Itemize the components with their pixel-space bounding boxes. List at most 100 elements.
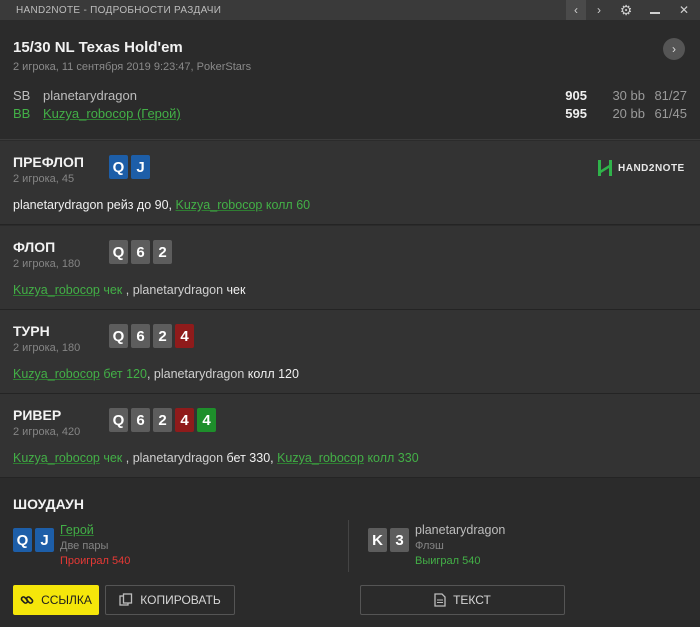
villain-result: Выиграл 540 — [415, 555, 481, 567]
card: Q — [109, 155, 128, 179]
board-cards: Q 6 2 4 — [109, 324, 194, 348]
hero-name-link[interactable]: Kuzya_robocop — [13, 451, 100, 465]
game-subtitle: 2 игрока, 11 сентября 2019 9:23:47, Poke… — [13, 61, 252, 73]
street-turn: ТУРН 2 игрока, 180 Q 6 2 4 Kuzya_robocop… — [0, 310, 700, 394]
villain-combination: Флэш — [415, 540, 444, 552]
logo-text: HAND2NOTE — [618, 162, 685, 174]
card: 4 — [175, 324, 194, 348]
board-cards: Q 6 2 4 4 — [109, 408, 216, 432]
hand2note-logo: HAND2NOTE — [597, 159, 685, 177]
player-stack: 595 — [565, 106, 587, 121]
gear-icon: ⚙ — [619, 1, 633, 18]
showdown-divider — [348, 520, 349, 572]
hero-name-link[interactable]: Kuzya_robocop — [13, 367, 100, 381]
player-row-bb: BB Kuzya_robocop (Герой) 595 20 bb 61/45 — [13, 106, 687, 124]
link-icon — [20, 596, 34, 604]
card: K — [368, 528, 387, 552]
street-info: 2 игрока, 45 — [13, 173, 75, 185]
hand-header: 15/30 NL Texas Hold'em 2 игрока, 11 сент… — [0, 20, 700, 140]
street-actions: Kuzya_robocop бет 120, planetarydragon к… — [13, 367, 299, 381]
showdown-section: ШОУДАУН Q J Герой Две пары Проиграл 540 … — [0, 478, 700, 627]
card: J — [131, 155, 150, 179]
close-button[interactable]: ✕ — [670, 0, 698, 20]
street-title: ФЛОП — [13, 239, 56, 255]
street-info: 2 игрока, 420 — [13, 426, 81, 438]
hero-name-link[interactable]: Kuzya_robocop — [13, 283, 100, 297]
card: 2 — [153, 324, 172, 348]
copy-button-label: КОПИРОВАТЬ — [140, 593, 221, 607]
hero-name-link[interactable]: Kuzya_robocop — [277, 451, 364, 465]
card: 6 — [131, 324, 150, 348]
action-text: чек — [223, 283, 246, 297]
chevron-right-icon: › — [597, 3, 601, 17]
chevron-left-icon: ‹ — [574, 3, 578, 17]
card: Q — [109, 324, 128, 348]
player-stack-bb: 20 bb — [612, 106, 645, 121]
player-name: planetarydragon — [132, 451, 224, 465]
link-button[interactable]: ССЫЛКА — [13, 585, 99, 615]
board-cards: Q 6 2 — [109, 240, 172, 264]
street-title: ПРЕФЛОП — [13, 154, 84, 170]
street-title: ТУРН — [13, 323, 50, 339]
street-actions: Kuzya_robocop чек , planetarydragon чек — [13, 283, 245, 297]
game-title: 15/30 NL Texas Hold'em — [13, 39, 183, 56]
minimize-icon — [650, 12, 660, 14]
hero-name-link[interactable]: Kuzya_robocop (Герой) — [43, 106, 181, 121]
card: 2 — [153, 408, 172, 432]
action-text: колл 60 — [262, 198, 311, 212]
street-title: РИВЕР — [13, 407, 62, 423]
player-stack: 905 — [565, 88, 587, 103]
street-actions: planetarydragon рейз до 90, Kuzya_roboco… — [13, 198, 310, 212]
settings-button[interactable]: ⚙ — [612, 0, 640, 20]
action-text: бет 120 — [99, 367, 147, 381]
card: 4 — [175, 408, 194, 432]
action-text: чек — [99, 283, 123, 297]
prev-hand-button[interactable]: ‹ — [566, 0, 586, 20]
chevron-right-icon: › — [672, 42, 676, 56]
window-title: HAND2NOTE - ПОДРОБНОСТИ РАЗДАЧИ — [16, 4, 222, 16]
player-name: planetarydragon — [13, 198, 104, 212]
player-position: SB — [13, 88, 31, 103]
card: 4 — [197, 408, 216, 432]
document-icon — [434, 593, 446, 607]
street-info: 2 игрока, 180 — [13, 342, 81, 354]
text-button-label: ТЕКСТ — [453, 593, 491, 607]
player-row-sb: SB planetarydragon 905 30 bb 81/27 — [13, 88, 687, 106]
player-stats: 61/45 — [654, 106, 687, 121]
player-name: planetarydragon — [43, 88, 137, 103]
street-river: РИВЕР 2 игрока, 420 Q 6 2 4 4 Kuzya_robo… — [0, 394, 700, 478]
villain-hole-cards: K 3 — [368, 528, 409, 552]
player-name: planetarydragon — [153, 367, 245, 381]
action-text: колл 330 — [363, 451, 419, 465]
separator: , — [122, 283, 133, 297]
board-cards: Q J — [109, 155, 150, 179]
separator: , — [122, 451, 133, 465]
card: 2 — [153, 240, 172, 264]
close-icon: ✕ — [678, 3, 690, 17]
action-text: колл 120 — [244, 367, 299, 381]
copy-button[interactable]: КОПИРОВАТЬ — [105, 585, 235, 615]
card: Q — [13, 528, 32, 552]
card: 3 — [390, 528, 409, 552]
card: J — [35, 528, 54, 552]
villain-name: planetarydragon — [415, 523, 506, 537]
street-flop: ФЛОП 2 игрока, 180 Q 6 2 Kuzya_robocop ч… — [0, 226, 700, 310]
player-stack-bb: 30 bb — [612, 88, 645, 103]
action-text: бет 330, — [223, 451, 278, 465]
street-info: 2 игрока, 180 — [13, 258, 81, 270]
minimize-button[interactable] — [640, 0, 670, 20]
logo-icon — [598, 160, 612, 176]
text-button[interactable]: ТЕКСТ — [360, 585, 565, 615]
card: Q — [109, 240, 128, 264]
hero-name-link[interactable]: Kuzya_robocop — [176, 198, 263, 212]
street-actions: Kuzya_robocop чек , planetarydragon бет … — [13, 451, 419, 465]
next-hand-circle-button[interactable]: › — [663, 38, 685, 60]
card: Q — [109, 408, 128, 432]
next-hand-button[interactable]: › — [589, 0, 609, 20]
hero-hole-cards: Q J — [13, 528, 54, 552]
title-bar: HAND2NOTE - ПОДРОБНОСТИ РАЗДАЧИ ‹ › ⚙ ✕ — [0, 0, 700, 20]
hero-combination: Две пары — [60, 540, 109, 552]
player-stats: 81/27 — [654, 88, 687, 103]
hero-name-link[interactable]: Герой — [60, 523, 94, 537]
player-position: BB — [13, 106, 31, 121]
